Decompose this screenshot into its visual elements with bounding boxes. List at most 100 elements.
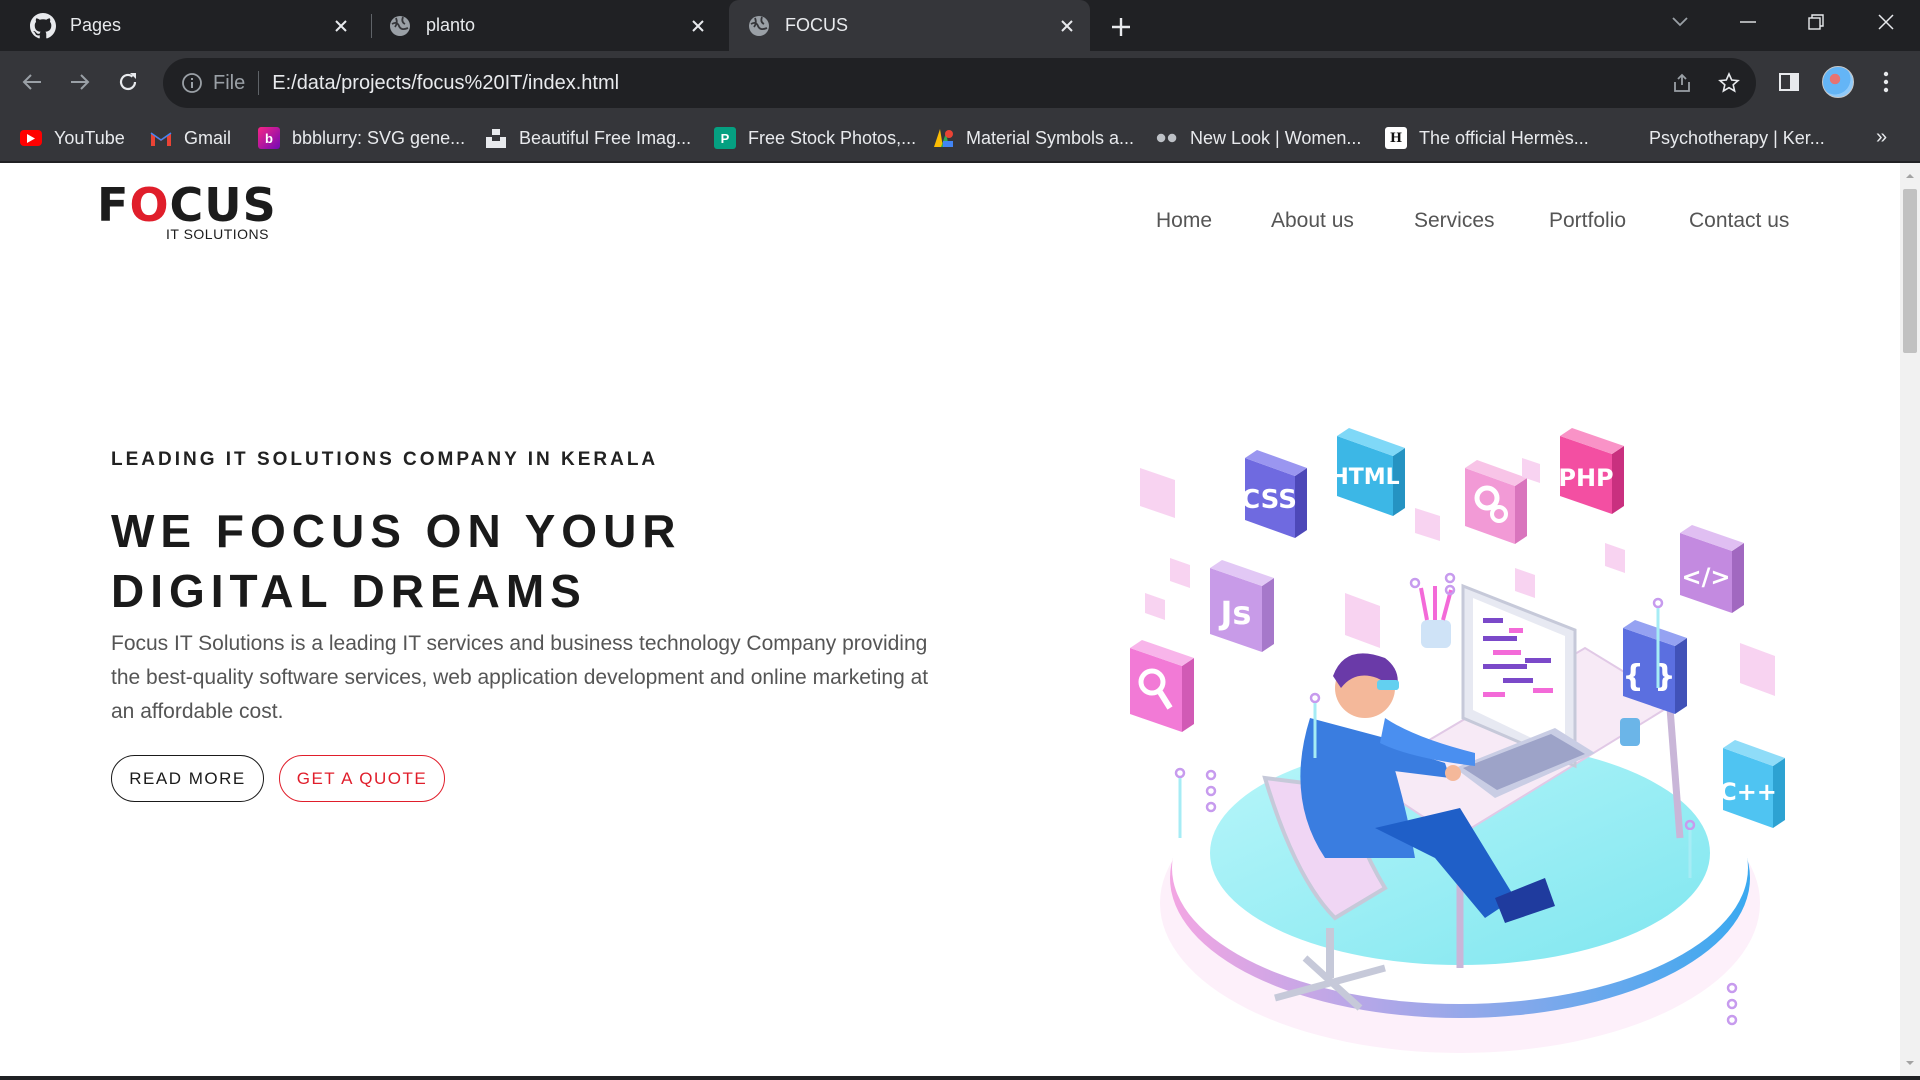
globe-icon — [747, 14, 771, 38]
new-tab-button[interactable] — [1106, 12, 1136, 42]
badge-js: Js — [1210, 560, 1274, 652]
page-viewport: FOCUS IT SOLUTIONS Home About us Service… — [0, 163, 1900, 1076]
tab-search-button[interactable] — [1644, 0, 1716, 44]
address-bar[interactable]: File E:/data/projects/focus%20IT/index.h… — [163, 58, 1756, 108]
minimize-button[interactable] — [1714, 0, 1782, 44]
tab-title: planto — [426, 15, 476, 35]
bookmark-psychotherapy[interactable]: Psychotherapy | Ker... — [1615, 126, 1825, 150]
bookmark-material-symbols[interactable]: Material Symbols a... — [932, 126, 1134, 150]
hermes-icon: H — [1385, 127, 1407, 149]
close-tab-icon[interactable] — [1054, 13, 1080, 39]
bookmark-unsplash[interactable]: Beautiful Free Imag... — [485, 126, 691, 150]
headline-line-2: DIGITAL DREAMS — [111, 565, 587, 617]
developer-illustration: CSS HTML PHP Js </> {} C++ — [1130, 428, 1785, 1053]
tab-title: FOCUS — [785, 15, 848, 35]
hero-intro: Focus IT Solutions is a leading IT servi… — [111, 632, 929, 723]
nav-services[interactable]: Services — [1414, 209, 1495, 233]
browser-toolbar: File E:/data/projects/focus%20IT/index.h… — [0, 51, 1920, 114]
nav-about-us[interactable]: About us — [1271, 209, 1354, 233]
hero-eyebrow: LEADING IT SOLUTIONS COMPANY IN KERALA — [111, 449, 659, 470]
bookmark-hermes[interactable]: H The official Hermès... — [1385, 126, 1589, 150]
scroll-thumb[interactable] — [1903, 189, 1917, 353]
tab-title: Pages — [70, 15, 122, 35]
reload-button[interactable] — [110, 64, 146, 100]
site-logo[interactable]: FOCUS IT SOLUTIONS — [97, 181, 277, 242]
bookmark-pexels[interactable]: P Free Stock Photos,... — [714, 126, 916, 150]
get-quote-button[interactable]: GET A QUOTE — [279, 755, 445, 802]
read-more-button[interactable]: READ MORE — [111, 755, 264, 802]
badge-code-tag: </> — [1680, 525, 1744, 613]
bookmark-new-look[interactable]: New Look | Women... — [1156, 126, 1361, 150]
github-icon — [30, 12, 56, 39]
bookmark-label: Psychotherapy | Ker... — [1649, 127, 1825, 148]
window-bottom-edge — [0, 1076, 1920, 1080]
logo-tagline: IT SOLUTIONS — [166, 226, 269, 242]
pexels-icon: P — [714, 127, 736, 149]
gmail-icon — [150, 127, 172, 149]
badge-php-label: PHP — [1558, 464, 1613, 492]
tab-separator — [371, 14, 372, 38]
tab-planto[interactable]: planto — [376, 0, 721, 51]
bookmark-gmail[interactable]: Gmail — [150, 126, 231, 150]
tab-focus[interactable]: FOCUS — [729, 0, 1090, 51]
side-panel-icon[interactable] — [1771, 64, 1807, 100]
bookmark-label: Beautiful Free Imag... — [519, 127, 692, 148]
badge-cpp-label: C++ — [1719, 778, 1777, 806]
bookmark-label: Material Symbols a... — [966, 127, 1135, 148]
badge-cpp: C++ — [1719, 740, 1785, 828]
back-button[interactable] — [14, 64, 50, 100]
forward-button[interactable] — [62, 64, 98, 100]
badge-php: PHP — [1558, 428, 1624, 514]
badge-css-label: CSS — [1241, 485, 1297, 515]
bookmark-label: bbblurry: SVG gene... — [292, 127, 466, 148]
badge-braces-label: { } — [1622, 659, 1675, 694]
unsplash-icon — [485, 127, 507, 149]
close-tab-icon[interactable] — [685, 13, 711, 39]
share-icon[interactable] — [1666, 67, 1698, 99]
tab-strip: Pages planto FOCUS — [0, 0, 1920, 51]
nav-portfolio[interactable]: Portfolio — [1549, 209, 1626, 233]
bookmark-star-icon[interactable] — [1713, 67, 1745, 99]
google-fonts-icon — [932, 127, 954, 149]
restore-button[interactable] — [1782, 0, 1850, 44]
bookmark-label: The official Hermès... — [1419, 127, 1589, 148]
more-bookmarks-button[interactable]: » — [1876, 126, 1887, 149]
page-scrollbar[interactable] — [1900, 163, 1920, 1076]
bookmark-youtube[interactable]: YouTube — [20, 126, 125, 150]
url-text[interactable]: E:/data/projects/focus%20IT/index.html — [272, 72, 619, 95]
profile-avatar[interactable] — [1820, 64, 1856, 100]
search-badge — [1130, 640, 1194, 732]
bbblurry-icon: b — [258, 127, 280, 149]
badge-html-label: HTML — [1330, 465, 1399, 490]
bookmark-label: Gmail — [184, 127, 232, 148]
badge-html: HTML — [1330, 428, 1405, 516]
nav-home[interactable]: Home — [1156, 209, 1212, 233]
close-window-button[interactable] — [1852, 0, 1920, 44]
logo-letter: F — [97, 178, 130, 232]
headline-line-1: WE FOCUS ON YOUR — [111, 505, 682, 557]
youtube-icon — [20, 130, 42, 146]
omnibox-divider — [258, 71, 260, 95]
logo-letters: CUS — [169, 178, 277, 232]
badge-js-label: Js — [1219, 594, 1252, 632]
scroll-up-arrow-icon[interactable] — [1905, 171, 1915, 181]
nav-contact-us[interactable]: Contact us — [1689, 209, 1789, 233]
hero-headline: WE FOCUS ON YOUR DIGITAL DREAMS — [111, 501, 682, 621]
url-scheme: File — [213, 71, 246, 94]
logo-wordmark: FOCUS — [97, 181, 277, 229]
menu-kebab-icon[interactable] — [1868, 64, 1904, 100]
newlook-icon — [1156, 127, 1178, 149]
badge-css: CSS — [1241, 450, 1307, 538]
badge-code-tag-label: </> — [1682, 563, 1731, 591]
close-tab-icon[interactable] — [328, 13, 354, 39]
tab-pages[interactable]: Pages — [14, 0, 364, 51]
bookmarks-bar: YouTube Gmail b bbblurry: SVG gene... Be… — [0, 114, 1920, 162]
logo-target-o: O — [129, 178, 170, 232]
info-icon[interactable] — [179, 70, 205, 96]
globe-icon — [388, 14, 412, 38]
scroll-down-arrow-icon[interactable] — [1905, 1058, 1915, 1068]
bookmark-bbblurry[interactable]: b bbblurry: SVG gene... — [258, 126, 465, 150]
badge-gear — [1465, 460, 1527, 544]
bookmark-label: YouTube — [54, 127, 125, 148]
blank-icon — [1615, 127, 1637, 149]
